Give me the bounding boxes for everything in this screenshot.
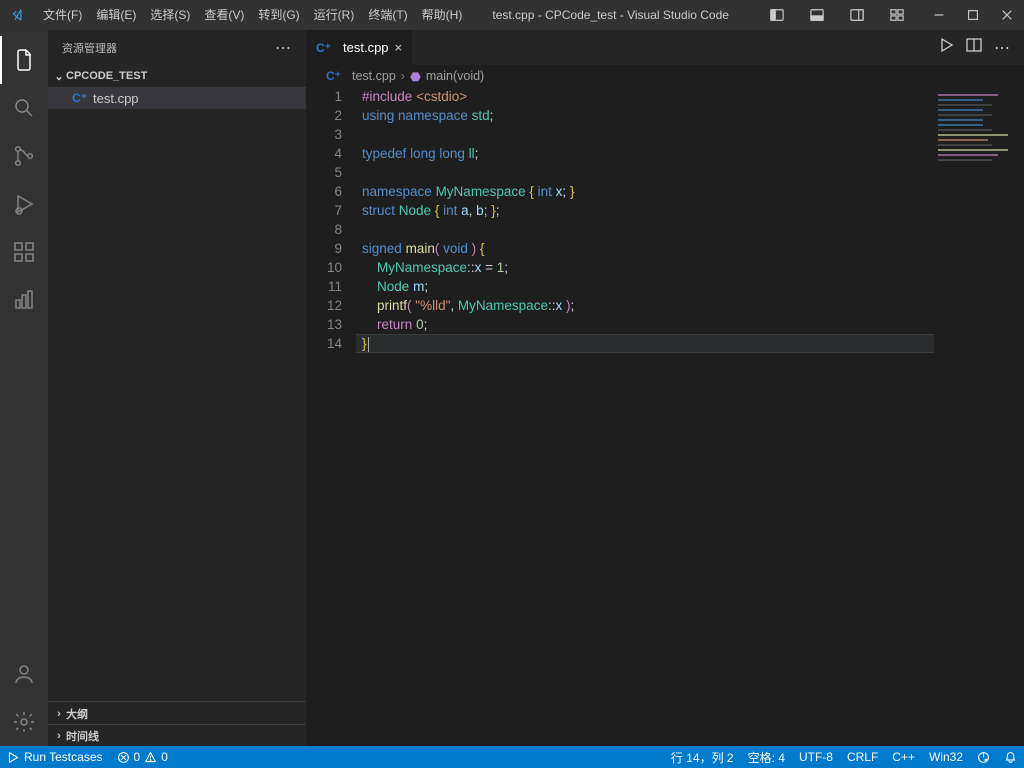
explorer-title: 资源管理器 [62, 40, 275, 56]
code-editor[interactable]: #include <cstdio>using namespace std;typ… [356, 87, 1024, 746]
symbol-method-icon: ⬣ [410, 69, 421, 84]
outline-section[interactable]: ›大纲 [48, 702, 306, 724]
explorer-more-actions[interactable]: ⋯ [275, 38, 292, 58]
status-notifications-icon[interactable] [997, 746, 1024, 768]
cpp-file-icon: C⁺ [326, 69, 341, 83]
window-close-button[interactable] [990, 0, 1024, 30]
chevron-down-icon: ⌄ [52, 70, 66, 83]
toggle-primary-sidebar-icon[interactable] [760, 0, 794, 30]
run-file-icon[interactable] [938, 37, 954, 58]
window-minimize-button[interactable] [922, 0, 956, 30]
activity-custom-chart[interactable] [0, 276, 48, 324]
chevron-right-icon: › [52, 730, 66, 742]
customize-layout-icon[interactable] [880, 0, 914, 30]
status-bar: Run Testcases 0 0 行 14，列 2 空格: 4 UTF-8 C… [0, 746, 1024, 768]
window-maximize-button[interactable] [956, 0, 990, 30]
timeline-section[interactable]: ›时间线 [48, 724, 306, 746]
explorer-sidebar: 资源管理器 ⋯ ⌄ CPCODE_TEST C⁺test.cpp ›大纲 ›时间… [48, 30, 306, 746]
status-problems[interactable]: 0 0 [110, 746, 175, 768]
activity-source-control[interactable] [0, 132, 48, 180]
activity-explorer[interactable] [0, 36, 48, 84]
menu-item[interactable]: 文件(F) [36, 0, 89, 30]
editor-group: C⁺ test.cpp × ⋯ C⁺ test.cpp › ⬣ main(voi… [306, 30, 1024, 746]
activity-search[interactable] [0, 84, 48, 132]
cpp-file-icon: C⁺ [72, 91, 87, 105]
editor-gutter: 1234567891011121314 [306, 87, 356, 746]
status-encoding[interactable]: UTF-8 [792, 746, 840, 768]
editor-more-actions[interactable]: ⋯ [994, 38, 1010, 58]
project-root[interactable]: ⌄ CPCODE_TEST [48, 65, 306, 87]
toggle-panel-icon[interactable] [800, 0, 834, 30]
activity-settings[interactable] [0, 698, 48, 746]
tab-close-button[interactable]: × [395, 40, 403, 55]
status-run-testcases[interactable]: Run Testcases [0, 746, 110, 768]
tab-label: test.cpp [343, 40, 389, 55]
menu-item[interactable]: 编辑(E) [89, 0, 143, 30]
breadcrumb-separator: › [401, 69, 405, 83]
activity-run-debug[interactable] [0, 180, 48, 228]
breadcrumb-symbol: main(void) [426, 69, 484, 83]
split-editor-icon[interactable] [966, 37, 982, 58]
status-win32[interactable]: Win32 [922, 746, 970, 768]
status-cursor-position[interactable]: 行 14，列 2 [664, 746, 741, 768]
activity-extensions[interactable] [0, 228, 48, 276]
window-title: test.cpp - CPCode_test - Visual Studio C… [469, 8, 752, 22]
title-bar: 文件(F)编辑(E)选择(S)查看(V)转到(G)运行(R)终端(T)帮助(H)… [0, 0, 1024, 30]
chevron-right-icon: › [52, 708, 66, 720]
activity-accounts[interactable] [0, 650, 48, 698]
menu-item[interactable]: 运行(R) [307, 0, 362, 30]
project-name: CPCODE_TEST [66, 70, 147, 82]
status-language[interactable]: C++ [885, 746, 922, 768]
cpp-file-icon: C⁺ [316, 41, 331, 55]
toggle-secondary-sidebar-icon[interactable] [840, 0, 874, 30]
vscode-logo-icon [0, 8, 36, 22]
editor-tab-test-cpp[interactable]: C⁺ test.cpp × [306, 30, 413, 65]
breadcrumb-file: test.cpp [352, 69, 396, 83]
menu-item[interactable]: 帮助(H) [415, 0, 470, 30]
minimap[interactable] [934, 87, 1024, 746]
status-indentation[interactable]: 空格: 4 [741, 746, 792, 768]
activity-bar [0, 30, 48, 746]
menu-item[interactable]: 查看(V) [197, 0, 251, 30]
menu-item[interactable]: 终端(T) [361, 0, 414, 30]
main-menu: 文件(F)编辑(E)选择(S)查看(V)转到(G)运行(R)终端(T)帮助(H) [36, 0, 469, 30]
breadcrumb[interactable]: C⁺ test.cpp › ⬣ main(void) [306, 65, 1024, 87]
menu-item[interactable]: 选择(S) [143, 0, 197, 30]
file-tree: C⁺test.cpp [48, 87, 306, 701]
status-feedback-icon[interactable] [970, 746, 997, 768]
menu-item[interactable]: 转到(G) [251, 0, 306, 30]
file-item[interactable]: C⁺test.cpp [48, 87, 306, 109]
status-eol[interactable]: CRLF [840, 746, 885, 768]
